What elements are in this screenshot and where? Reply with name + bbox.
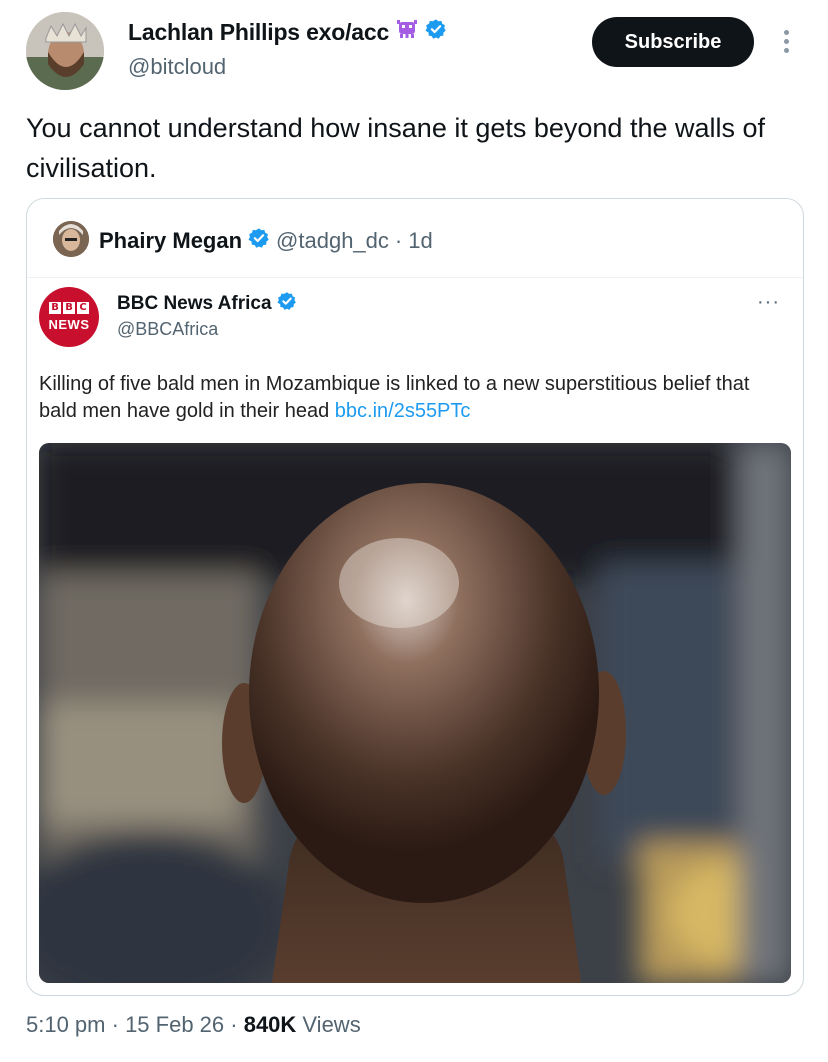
tweet-text: You cannot understand how insane it gets… bbox=[26, 113, 766, 183]
verified-badge-icon bbox=[276, 291, 297, 317]
embedded-author-handle: @BBCAfrica bbox=[117, 319, 219, 339]
quote-author-name[interactable]: Phairy Megan bbox=[99, 228, 242, 254]
author-display-name[interactable]: Lachlan Phillips exo/acc bbox=[128, 19, 389, 46]
meta-separator: · bbox=[105, 1012, 126, 1037]
author-avatar[interactable] bbox=[26, 12, 104, 90]
quote-divider bbox=[27, 277, 803, 278]
tweet-date[interactable]: 15 Feb 26 bbox=[125, 1012, 224, 1037]
quote-author-row[interactable]: Phairy Megan @tadgh_dc · 1d bbox=[99, 227, 433, 255]
views-label: Views bbox=[296, 1012, 361, 1037]
meta-separator: · bbox=[394, 228, 403, 253]
tweet-time[interactable]: 5:10 pm bbox=[26, 1012, 106, 1037]
alien-monster-icon bbox=[395, 18, 419, 46]
embedded-author-name: BBC News Africa bbox=[117, 293, 272, 314]
author-handle[interactable]: @bitcloud bbox=[128, 54, 226, 80]
views-count[interactable]: 840K bbox=[244, 1012, 297, 1037]
quote-author-handle[interactable]: @tadgh_dc bbox=[276, 228, 389, 254]
quote-author-avatar[interactable] bbox=[53, 221, 89, 257]
verified-badge-icon bbox=[425, 18, 447, 46]
embedded-link: bbc.in/2s55PTc bbox=[334, 400, 471, 422]
verified-badge-icon bbox=[248, 227, 270, 255]
meta-separator: · bbox=[224, 1012, 244, 1037]
author-name-row[interactable]: Lachlan Phillips exo/acc bbox=[128, 18, 447, 46]
embedded-tweet-text: Killing of five bald men in Mozambique i… bbox=[39, 371, 779, 425]
quote-age: 1d bbox=[408, 228, 433, 253]
bbc-news-logo: B B C NEWS bbox=[39, 287, 99, 347]
bbc-logo-block: C bbox=[77, 302, 89, 314]
bbc-logo-block: B bbox=[63, 302, 75, 314]
tweet-footer-meta: 5:10 pm · 15 Feb 26 · 840K Views bbox=[26, 1012, 361, 1038]
embedded-more-icon: ··· bbox=[757, 291, 780, 313]
bbc-logo-text: NEWS bbox=[48, 317, 90, 332]
bald-head-photo[interactable] bbox=[39, 443, 791, 983]
quoted-tweet-card[interactable]: Phairy Megan @tadgh_dc · 1d B B C NEWS B… bbox=[26, 198, 804, 996]
embedded-author-row: BBC News Africa bbox=[117, 291, 297, 317]
bbc-logo-block: B bbox=[49, 302, 61, 314]
subscribe-button[interactable]: Subscribe bbox=[592, 17, 754, 67]
more-options-icon[interactable] bbox=[776, 26, 796, 60]
